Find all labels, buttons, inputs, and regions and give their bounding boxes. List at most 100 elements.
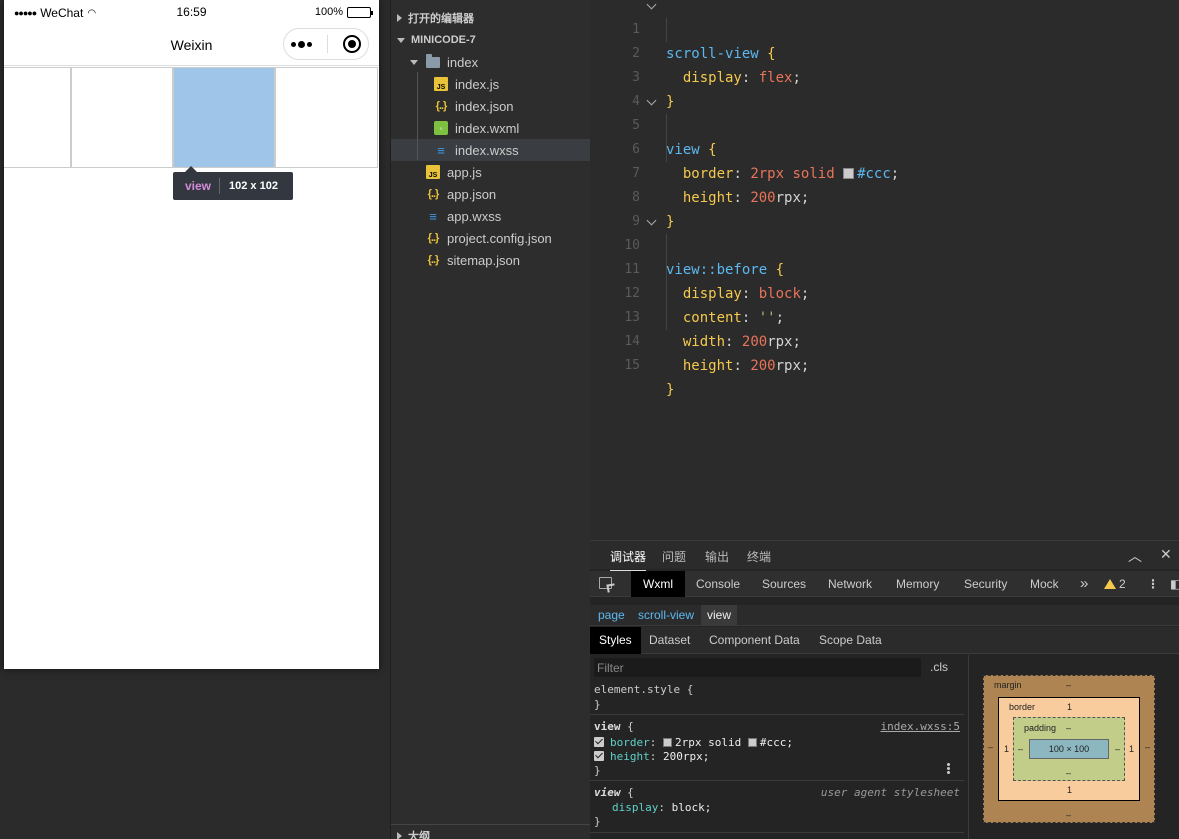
tab-mock[interactable]: Mock xyxy=(1018,571,1071,597)
fold-chevron-icon[interactable] xyxy=(646,215,657,226)
tab-console[interactable]: Console xyxy=(684,571,752,597)
fold-chevron-icon[interactable] xyxy=(646,95,657,106)
chevron-down-icon xyxy=(410,59,418,65)
tree-file-app-js[interactable]: JS app.js xyxy=(391,161,591,183)
code-line: 10 view::before { xyxy=(590,210,1179,278)
phone-screen: ●●●●● WeChat ◠ 16:59 100% Weixin view 10… xyxy=(4,0,379,669)
tree-file-index-js[interactable]: JS index.js xyxy=(391,73,591,95)
code-line: 12 content: ''; xyxy=(624,286,785,326)
box-model-pane: margin – – – – border 1 1 1 1 padding – … xyxy=(968,655,1179,839)
json-file-icon: {..} xyxy=(427,188,440,200)
tab-terminal[interactable]: 终端 xyxy=(747,548,771,565)
code-line: 8 } xyxy=(632,190,675,230)
nav-bar: Weixin xyxy=(4,24,379,66)
json-file-icon: {..} xyxy=(427,232,440,244)
debug-panel: 调试器 问题 输出 终端 ︿ ✕ Wxml Console Sources Ne… xyxy=(590,540,1179,839)
tab-wxml[interactable]: Wxml xyxy=(631,571,685,597)
styles-pane: .cls element.style { } view { index.wxss… xyxy=(590,655,964,839)
tree-file-sitemap-json[interactable]: {..} sitemap.json xyxy=(391,249,591,271)
project-section[interactable]: MINICODE-7 xyxy=(391,29,591,51)
panel-tabs: 调试器 问题 输出 终端 ︿ ✕ xyxy=(590,541,1179,571)
tab-styles[interactable]: Styles xyxy=(590,627,641,654)
tab-problems[interactable]: 问题 xyxy=(662,548,686,565)
element-style-rule: element.style { } xyxy=(590,681,964,715)
tree-file-index-wxss[interactable]: ≡ index.wxss xyxy=(391,139,591,161)
tab-component-data[interactable]: Component Data xyxy=(700,627,809,654)
source-link[interactable]: index.wxss:5 xyxy=(881,720,960,734)
color-swatch xyxy=(747,738,757,747)
warnings-badge[interactable]: 2 xyxy=(1092,571,1138,597)
close-panel-icon[interactable]: ✕ xyxy=(1160,546,1172,563)
tree-folder-index[interactable]: index xyxy=(391,51,591,73)
scroll-view[interactable] xyxy=(4,67,379,168)
style-declaration[interactable]: border: 2rpx solid #ccc; xyxy=(594,736,793,750)
crumb-view[interactable]: view xyxy=(701,605,738,626)
breadcrumb: page scroll-view view xyxy=(590,605,1179,626)
tooltip-tag: view xyxy=(173,178,221,194)
box-model-content[interactable]: 100 × 100 xyxy=(1029,739,1109,759)
code-editor[interactable]: 1 scroll-view { 2 display: flex; 3 } 4 5… xyxy=(590,0,1179,540)
tree-file-app-wxss[interactable]: ≡ app.wxss xyxy=(391,205,591,227)
dock-icon[interactable]: ◧ xyxy=(1158,571,1179,597)
code-line: 3 } xyxy=(632,70,675,110)
battery-percent: 100% xyxy=(314,6,343,18)
inspector-sub-tabs: Styles Dataset Component Data Scope Data xyxy=(590,627,1179,654)
battery-icon xyxy=(347,6,373,18)
devtools-tabs: Wxml Console Sources Network Memory Secu… xyxy=(590,571,1179,597)
code-line: 13 width: 200rpx; xyxy=(624,310,801,350)
style-filter-input[interactable] xyxy=(594,658,921,677)
view-box-highlighted xyxy=(173,67,275,168)
simulator-pane: ●●●●● WeChat ◠ 16:59 100% Weixin view 10… xyxy=(0,0,390,839)
tree-file-index-wxml[interactable]: ◦ index.wxml xyxy=(391,117,591,139)
more-icon[interactable] xyxy=(291,40,313,48)
checkbox-icon xyxy=(594,751,604,761)
style-declaration[interactable]: height: 200rpx; xyxy=(594,750,709,764)
wxss-file-icon: ≡ xyxy=(429,208,437,224)
code-line: 2 display: flex; xyxy=(632,46,801,86)
view-box xyxy=(4,67,71,168)
open-editors-section[interactable]: 打开的编辑器 xyxy=(391,7,591,29)
tooltip-size: 102 x 102 xyxy=(229,180,278,192)
tab-output[interactable]: 输出 xyxy=(705,548,729,565)
tab-security[interactable]: Security xyxy=(952,571,1019,597)
tree-file-project-config-json[interactable]: {..} project.config.json xyxy=(391,227,591,249)
status-bar: ●●●●● WeChat ◠ 16:59 100% xyxy=(4,0,379,24)
js-file-icon: JS xyxy=(434,77,448,91)
tab-scope-data[interactable]: Scope Data xyxy=(810,627,891,654)
file-explorer: 打开的编辑器 MINICODE-7 index JS index.js {..}… xyxy=(390,0,591,839)
chevron-down-icon xyxy=(397,37,405,43)
crumb-page[interactable]: page xyxy=(592,605,631,626)
crumb-scroll-view[interactable]: scroll-view xyxy=(632,605,700,626)
code-line: 7 height: 200rpx; xyxy=(632,166,810,206)
folder-icon xyxy=(426,53,440,68)
view-box xyxy=(275,67,378,168)
warning-icon xyxy=(1104,579,1116,589)
outline-section[interactable]: 大纲 xyxy=(391,824,591,839)
code-line: 14 height: 200rpx; xyxy=(624,334,810,374)
tab-network[interactable]: Network xyxy=(816,571,884,597)
code-line: 15 } xyxy=(624,358,675,398)
code-line: 5 view { xyxy=(590,90,1179,158)
ua-style-rule: view { user agent stylesheet display: bl… xyxy=(590,783,964,833)
wxss-file-icon: ≡ xyxy=(437,142,445,158)
fold-chevron-icon[interactable] xyxy=(646,0,657,10)
tree-file-index-json[interactable]: {..} index.json xyxy=(391,95,591,117)
maximize-panel-icon[interactable]: ︿ xyxy=(1128,546,1142,566)
tree-file-app-json[interactable]: {..} app.json xyxy=(391,183,591,205)
code-line: 9 xyxy=(632,214,640,229)
close-miniprogram-icon[interactable] xyxy=(342,35,361,53)
code-line: 1 scroll-view { xyxy=(590,0,1179,62)
menu-capsule[interactable] xyxy=(283,28,369,60)
tab-dataset[interactable]: Dataset xyxy=(640,627,699,654)
tab-memory[interactable]: Memory xyxy=(884,571,951,597)
json-file-icon: {..} xyxy=(435,100,448,112)
inspect-tooltip: view 102 x 102 xyxy=(173,166,293,200)
rule-menu-icon[interactable] xyxy=(947,763,950,775)
code-line: 4 xyxy=(632,94,640,109)
json-file-icon: {..} xyxy=(427,254,440,266)
inspect-element-icon[interactable] xyxy=(599,577,612,589)
tab-debugger[interactable]: 调试器 xyxy=(610,548,647,571)
cls-button[interactable]: .cls xyxy=(930,660,948,674)
color-swatch xyxy=(663,738,672,747)
tab-sources[interactable]: Sources xyxy=(750,571,818,597)
